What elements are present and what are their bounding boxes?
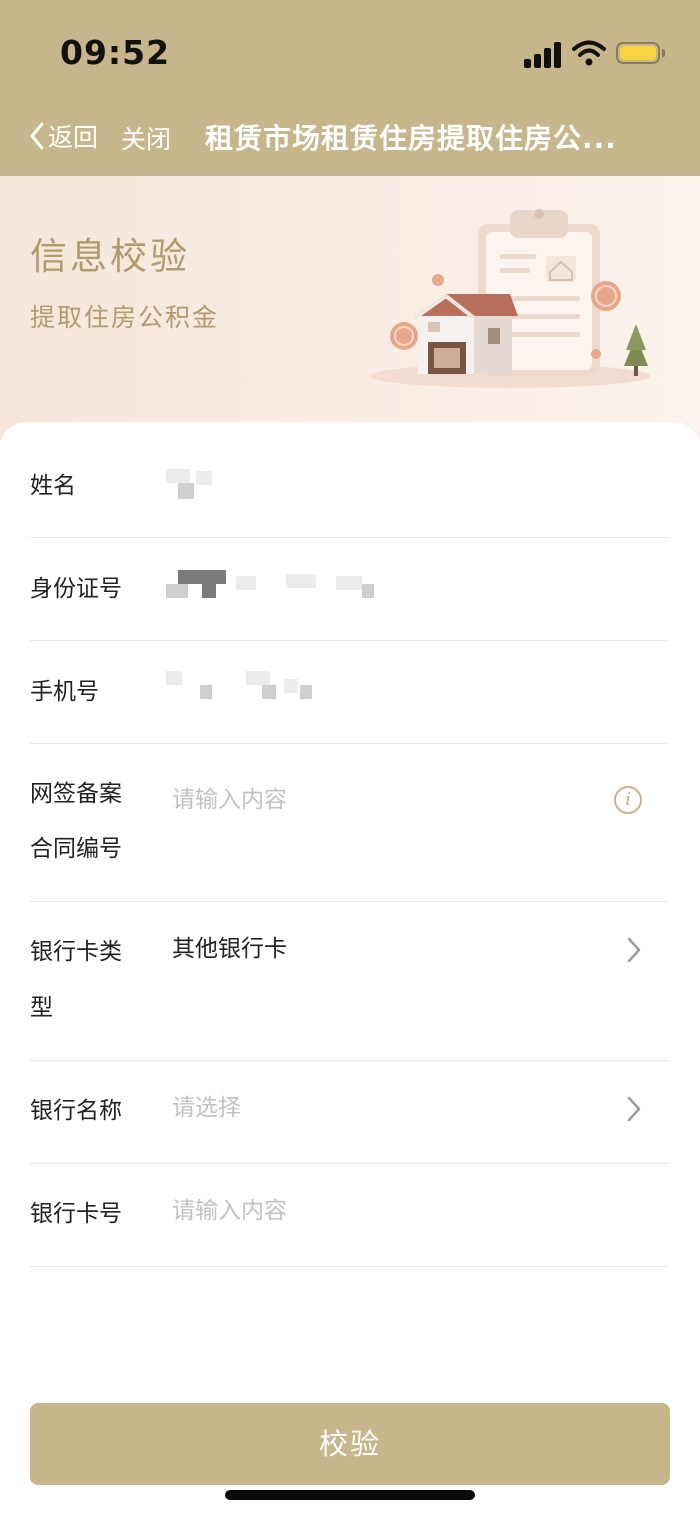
cellular-signal-icon (524, 40, 564, 68)
card-number-label: 银行卡号 (30, 1201, 122, 1227)
navigation-bar: 返回 关闭 租赁市场租赁住房提取住房公... (0, 112, 700, 160)
card-number-input[interactable]: 请输入内容 (172, 1196, 287, 1226)
card-type-value: 其他银行卡 (172, 936, 287, 962)
phone-label: 手机号 (30, 679, 99, 705)
phone-value-redacted[interactable] (166, 671, 326, 701)
home-indicator (225, 1490, 475, 1500)
id-number-row: 身份证号 (30, 538, 670, 641)
id-number-label: 身份证号 (30, 576, 122, 602)
bank-name-select: 请选择 (172, 1095, 241, 1121)
banner-subtitle: 提取住房公积金 (30, 303, 220, 332)
bank-name-row[interactable]: 银行名称 请选择 (30, 1061, 670, 1164)
contract-number-input[interactable]: 请输入内容 (172, 785, 287, 815)
name-value-redacted[interactable] (166, 469, 216, 501)
name-label: 姓名 (30, 473, 76, 499)
name-row: 姓名 (30, 435, 670, 538)
contract-number-label-line2: 合同编号 (30, 836, 122, 862)
info-icon[interactable]: i (614, 786, 642, 814)
id-number-value-redacted[interactable] (166, 570, 406, 600)
verify-button[interactable]: 校验 (30, 1403, 670, 1485)
close-button[interactable]: 关闭 (121, 120, 171, 156)
back-label: 返回 (48, 123, 99, 152)
chevron-right-icon (627, 937, 641, 963)
card-type-label-line2: 型 (30, 995, 53, 1021)
status-time: 09:52 (60, 33, 171, 72)
chevron-left-icon (30, 122, 44, 150)
card-type-label-line1: 银行卡类 (30, 939, 122, 965)
card-number-row: 银行卡号 请输入内容 (30, 1164, 670, 1267)
contract-number-label-line1: 网签备案 (30, 781, 122, 807)
chevron-right-icon (627, 1096, 641, 1122)
house-clipboard-illustration (370, 209, 650, 388)
battery-icon (616, 42, 660, 64)
back-button[interactable]: 返回 (28, 118, 98, 154)
page-title: 租赁市场租赁住房提取住房公... (205, 122, 617, 155)
card-type-row[interactable]: 银行卡类 型 其他银行卡 (30, 902, 670, 1061)
phone-row: 手机号 (30, 641, 670, 744)
contract-number-row: 网签备案 合同编号 请输入内容 i (30, 744, 670, 902)
bank-name-label: 银行名称 (30, 1098, 122, 1124)
top-bar: 09:52 返回 关闭 租赁市场租赁住房提取住房公... (0, 0, 700, 176)
banner-title: 信息校验 (30, 235, 190, 278)
wifi-icon (572, 40, 606, 66)
header-banner: 信息校验 提取住房公积金 (0, 176, 700, 440)
status-icons (524, 40, 666, 70)
